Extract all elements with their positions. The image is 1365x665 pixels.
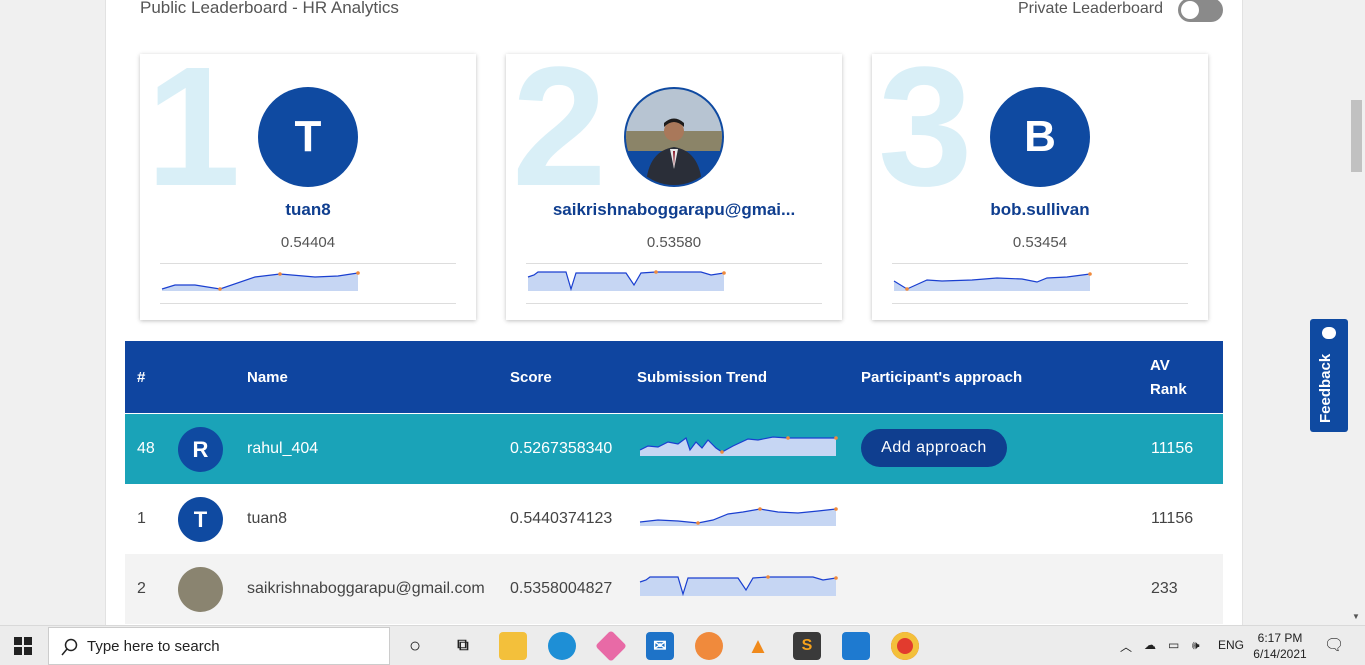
row-score: 0.5440374123: [510, 510, 613, 527]
row-av-rank: 11156: [1151, 510, 1194, 527]
paint-app-icon[interactable]: [595, 630, 627, 662]
row-score: 0.5358004827: [510, 580, 613, 597]
table-row: 1 T tuan8 0.5440374123 11156: [125, 484, 1223, 554]
windows-logo-icon: [14, 637, 32, 655]
jupyter-icon[interactable]: [695, 632, 723, 660]
network-icon[interactable]: ▭: [1168, 638, 1179, 652]
col-av-rank-line1: AV: [1150, 357, 1170, 374]
clock-date: 6/14/2021: [1253, 647, 1307, 661]
podium-card-3: 3 B bob.sullivan 0.53454: [872, 54, 1208, 320]
toggle-knob: [1181, 1, 1199, 19]
divider: [892, 263, 1188, 264]
scroll-down-arrow-icon[interactable]: ▼: [1352, 612, 1360, 621]
chrome-icon[interactable]: [891, 632, 919, 660]
windows-start-button[interactable]: [0, 626, 46, 665]
show-hidden-icons-chevron-icon[interactable]: ︿: [1120, 638, 1132, 655]
add-approach-button[interactable]: Add approach: [861, 429, 1007, 467]
private-leaderboard-toggle[interactable]: [1178, 0, 1223, 22]
cortana-icon[interactable]: ○: [401, 632, 429, 660]
table-row-current-user: 48 R rahul_404 0.5267358340 Add approach…: [125, 414, 1223, 484]
col-trend: Submission Trend: [637, 369, 768, 386]
divider: [160, 303, 456, 304]
edge-browser-icon[interactable]: [548, 632, 576, 660]
rank-watermark: 1: [146, 54, 241, 222]
task-view-icon[interactable]: ⧉: [449, 632, 477, 660]
file-explorer-icon[interactable]: [499, 632, 527, 660]
onedrive-cloud-icon[interactable]: ☁: [1144, 638, 1156, 652]
search-placeholder: Type here to search: [87, 638, 220, 655]
vlc-icon[interactable]: ▲: [744, 632, 772, 660]
rank-watermark: 2: [512, 54, 607, 222]
row-rank: 2: [137, 580, 146, 597]
row-score: 0.5267358340: [510, 440, 613, 457]
row-av-rank: 11156: [1151, 440, 1194, 457]
col-rank: #: [137, 369, 146, 386]
page-scrollbar[interactable]: ▼: [1348, 0, 1365, 625]
page: Public Leaderboard - HR Analytics Privat…: [0, 0, 1365, 625]
avatar: B: [990, 87, 1090, 187]
taskbar-search-box[interactable]: Type here to search: [48, 627, 390, 665]
podium-card-2: 2 saikrishnaboggarapu@gmai... 0.53580: [506, 54, 842, 320]
submission-trend-sparkline: [639, 575, 838, 597]
row-name[interactable]: saikrishnaboggarapu@gmail.com: [247, 554, 485, 624]
leaderboard-title: Public Leaderboard - HR Analytics: [140, 0, 399, 17]
avatar: T: [178, 497, 223, 542]
scrollbar-thumb[interactable]: [1351, 100, 1362, 172]
podium-score: 0.54404: [280, 234, 336, 251]
divider: [892, 303, 1188, 304]
row-name[interactable]: rahul_404: [247, 414, 318, 484]
divider: [160, 263, 456, 264]
col-name: Name: [247, 369, 288, 386]
podium-name[interactable]: bob.sullivan: [872, 200, 1208, 220]
system-clock[interactable]: 6:17 PM 6/14/2021: [1250, 630, 1310, 662]
submission-trend-sparkline: [639, 507, 838, 526]
avatar-photo: [624, 87, 724, 187]
avatar: T: [258, 87, 358, 187]
row-av-rank: 233: [1151, 580, 1178, 597]
divider: [526, 263, 822, 264]
clock-time: 6:17 PM: [1257, 631, 1303, 645]
podium-score: 0.53580: [646, 234, 702, 251]
rank-watermark: 3: [878, 54, 973, 222]
table-header: # Name Score Submission Trend Participan…: [125, 341, 1223, 413]
notifications-icon[interactable]: 🗨: [1324, 635, 1344, 655]
podium-name[interactable]: saikrishnaboggarapu@gmai...: [506, 200, 842, 220]
podium-score: 0.53454: [1012, 234, 1068, 251]
feedback-label: Feedback: [1317, 353, 1334, 423]
podium-card-1: 1 T tuan8 0.54404: [140, 54, 476, 320]
row-rank: 48: [137, 440, 155, 457]
input-language[interactable]: ENG: [1218, 638, 1244, 652]
row-name[interactable]: tuan8: [247, 484, 287, 554]
sublime-text-icon[interactable]: S: [793, 632, 821, 660]
col-score: Score: [510, 369, 552, 386]
chat-bubble-icon: [1322, 327, 1336, 339]
avatar: R: [178, 427, 223, 472]
divider: [526, 303, 822, 304]
avatar-photo: [178, 567, 223, 612]
private-leaderboard-label: Private Leaderboard: [1018, 0, 1163, 17]
vscode-icon[interactable]: [842, 632, 870, 660]
table-row: 2 saikrishnaboggarapu@gmail.com 0.535800…: [125, 554, 1223, 624]
col-av-rank-line2: Rank: [1150, 381, 1187, 398]
mail-icon[interactable]: ✉: [646, 632, 674, 660]
submission-trend-sparkline: [639, 436, 838, 456]
volume-icon[interactable]: 🕪: [1192, 638, 1200, 653]
row-rank: 1: [137, 510, 146, 527]
podium-name[interactable]: tuan8: [140, 200, 476, 220]
windows-taskbar: Type here to search ○ ⧉ ✉ ▲ S ︿ ☁ ▭ 🕪 EN…: [0, 625, 1365, 665]
feedback-tab[interactable]: Feedback: [1310, 319, 1348, 432]
submission-trend-sparkline: [893, 272, 1092, 291]
submission-trend-sparkline: [527, 270, 726, 292]
col-approach: Participant's approach: [861, 369, 1023, 386]
submission-trend-sparkline: [161, 271, 360, 291]
search-icon: [61, 638, 78, 656]
